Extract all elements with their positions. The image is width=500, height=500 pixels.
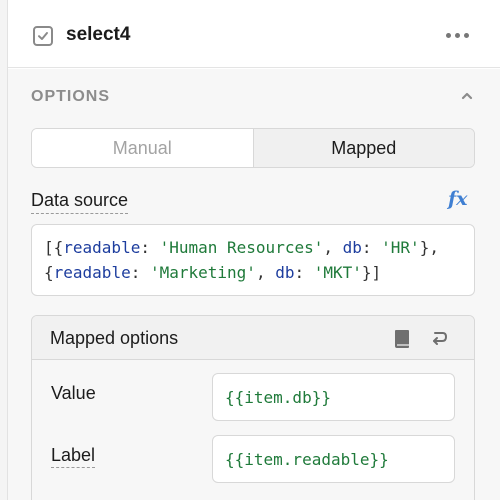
value-label: Value — [51, 383, 96, 403]
code-line-2: {readable: 'Marketing', db: 'MKT'}] — [44, 263, 382, 282]
mode-toggle: Manual Mapped — [31, 128, 475, 168]
label-label: Label — [51, 445, 96, 468]
options-section-title: OPTIONS — [31, 88, 111, 105]
mapped-options-header: Mapped options — [32, 316, 474, 360]
value-input[interactable]: {{item.db}} — [212, 373, 455, 421]
inspector-header: select4 — [8, 0, 500, 68]
options-panel: OPTIONS Manual Mapped Data source fx [{r… — [8, 69, 500, 500]
fx-icon[interactable]: fx — [448, 188, 468, 210]
data-source-code-input[interactable]: [{readable: 'Human Resources', db: 'HR'}… — [31, 224, 475, 296]
manual-tab[interactable]: Manual — [32, 129, 253, 167]
mapped-options-card: Mapped options Value {{item.db}} Label {… — [31, 315, 475, 500]
mapped-tab[interactable]: Mapped — [252, 129, 474, 167]
mapped-options-title: Mapped options — [50, 328, 179, 348]
more-horizontal-icon[interactable] — [442, 22, 472, 48]
label-input[interactable]: {{item.readable}} — [212, 435, 455, 483]
left-panel-edge — [0, 0, 8, 500]
chevron-up-icon[interactable] — [458, 87, 476, 105]
reset-icon[interactable] — [429, 328, 449, 348]
checkbox-icon — [33, 26, 53, 46]
data-source-label: Data source — [31, 190, 129, 214]
mapped-options-body: Value {{item.db}} Label {{item.readable}… — [32, 360, 474, 500]
code-line-1: [{readable: 'Human Resources', db: 'HR'}… — [44, 238, 439, 257]
component-name[interactable]: select4 — [66, 24, 130, 46]
docs-book-icon[interactable] — [393, 329, 411, 349]
